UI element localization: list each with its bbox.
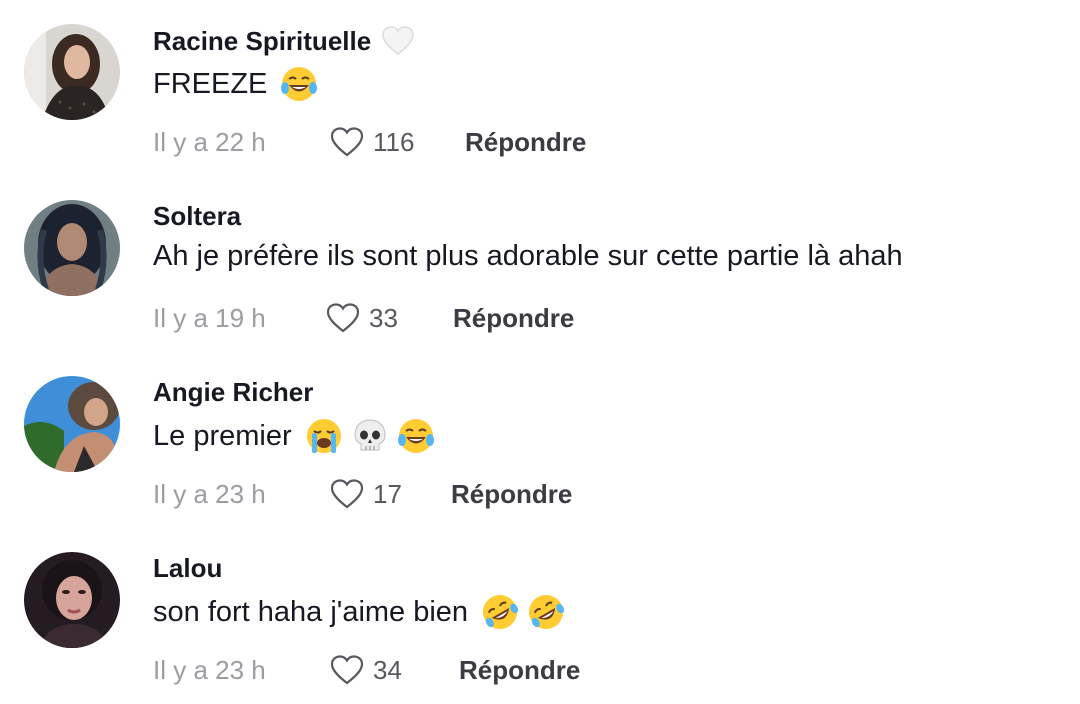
username-text: Lalou [153, 553, 223, 583]
white-heart-icon [381, 25, 415, 57]
rolling-on-the-floor-laughing-icon [480, 592, 520, 632]
comment-text: Le premier [153, 416, 436, 456]
reply-button[interactable]: Répondre [453, 303, 574, 334]
comment-username[interactable]: Soltera [153, 201, 241, 232]
heart-outline-icon [330, 655, 364, 685]
comment-meta: Il y a 23 h 34 Répondre [153, 648, 580, 692]
like-count: 116 [373, 126, 415, 157]
comment-text-content: son fort haha j'aime bien [153, 595, 469, 628]
username-text: Soltera [153, 201, 242, 231]
comment-timestamp: Il y a 23 h [153, 654, 266, 685]
comment-meta: Il y a 22 h 116 Répondre [153, 120, 586, 164]
avatar[interactable] [24, 24, 120, 120]
comment-username[interactable]: Racine Spirituelle [153, 25, 415, 57]
like-count: 33 [369, 302, 398, 333]
comment-username[interactable]: Lalou [153, 553, 222, 584]
like-button[interactable]: 34 [329, 654, 459, 686]
like-count: 17 [373, 478, 402, 509]
comment-text: son fort haha j'aime bien [153, 592, 566, 632]
avatar[interactable] [24, 376, 120, 472]
comment-text: Ah je préfère ils sont plus adorable sur… [153, 240, 903, 273]
comment-meta: Il y a 23 h 17 Répondre [153, 472, 572, 516]
comment-item: Angie Richer Le premier Il y a 23 h 17 R… [0, 352, 1080, 528]
comment-text-content: FREEZE [153, 67, 268, 100]
reply-button[interactable]: Répondre [459, 655, 580, 686]
comment-username[interactable]: Angie Richer [153, 377, 313, 408]
comment-text-content: Ah je préfère ils sont plus adorable sur… [153, 240, 903, 272]
comment-text-content: Le premier [153, 419, 292, 452]
avatar[interactable] [24, 200, 120, 296]
avatar[interactable] [24, 552, 120, 648]
comment-timestamp: Il y a 22 h [153, 126, 266, 157]
like-button[interactable]: 33 [325, 302, 453, 334]
heart-outline-icon [330, 127, 364, 157]
reply-button[interactable]: Répondre [451, 479, 572, 510]
heart-outline-icon [330, 479, 364, 509]
comment-timestamp: Il y a 19 h [153, 302, 266, 333]
loudly-crying-face-icon [304, 416, 344, 456]
rolling-on-the-floor-laughing-icon [526, 592, 566, 632]
like-count: 34 [373, 654, 402, 685]
username-text: Racine Spirituelle [153, 25, 372, 56]
skull-icon [350, 416, 390, 456]
username-text: Angie Richer [153, 377, 314, 407]
like-button[interactable]: 17 [329, 478, 451, 510]
face-with-tears-of-joy-icon [396, 416, 436, 456]
like-button[interactable]: 116 [329, 126, 465, 158]
comment-item: Racine Spirituelle FREEZE Il y a 22 h 11… [0, 0, 1080, 176]
comment-item: Soltera Ah je préfère ils sont plus ador… [0, 176, 1080, 352]
comment-timestamp: Il y a 23 h [153, 478, 266, 509]
reply-button[interactable]: Répondre [465, 127, 586, 158]
comment-item: Lalou son fort haha j'aime bien Il y a 2… [0, 528, 1080, 704]
face-with-tears-of-joy-icon [279, 64, 319, 104]
comment-text: FREEZE [153, 64, 319, 104]
comment-meta: Il y a 19 h 33 Répondre [153, 296, 574, 340]
heart-outline-icon [326, 303, 360, 333]
